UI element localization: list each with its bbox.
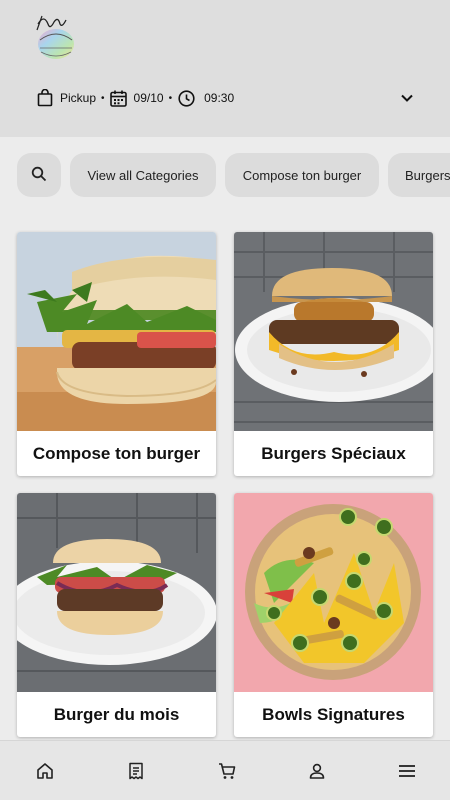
burger-photo (17, 232, 216, 431)
category-card-burgers-speciaux[interactable]: Burgers Spéciaux (234, 232, 433, 476)
burger-photo (234, 232, 433, 431)
calendar-icon (110, 89, 128, 107)
bottom-navigation (0, 740, 450, 800)
card-title: Burger du mois (53, 704, 180, 724)
burger-photo (17, 493, 216, 692)
category-card-compose-ton-burger[interactable]: Compose ton burger (17, 232, 216, 476)
chip-view-all-categories[interactable]: View all Categories (70, 153, 216, 197)
card-title: Compose ton burger (32, 443, 201, 463)
category-card-burger-du-mois[interactable]: Burger du mois (17, 493, 216, 737)
shopping-bag-icon (36, 89, 54, 107)
bowl-photo (234, 493, 433, 692)
order-time: 09:30 (204, 91, 235, 105)
clock-icon (177, 89, 195, 107)
chip-burgers-speciaux[interactable]: Burgers Spéciaux (388, 153, 450, 197)
order-date: 09/10 (133, 91, 164, 105)
order-settings-bar[interactable]: Pickup • 09/10 • 09:30 (36, 86, 416, 110)
order-mode: Pickup (60, 91, 97, 105)
receipt-icon[interactable] (126, 761, 146, 781)
search-button[interactable] (17, 153, 61, 197)
account-icon[interactable] (307, 761, 327, 781)
header: Pickup • 09/10 • 09:30 (0, 0, 450, 137)
separator: • (168, 92, 173, 104)
menu-icon[interactable] (397, 761, 417, 781)
cart-icon[interactable] (217, 761, 237, 781)
card-title: Bowls Signatures (262, 704, 405, 724)
category-card-bowls-signatures[interactable]: Bowls Signatures (234, 493, 433, 737)
chevron-down-icon[interactable] (398, 89, 416, 107)
chip-compose-ton-burger[interactable]: Compose ton burger (225, 153, 379, 197)
brand-logo[interactable] (32, 10, 78, 62)
home-icon[interactable] (35, 761, 55, 781)
card-title: Burgers Spéciaux (261, 443, 406, 463)
search-icon (31, 166, 47, 185)
category-chips: View all Categories Compose ton burger B… (0, 153, 450, 199)
separator: • (101, 92, 105, 104)
